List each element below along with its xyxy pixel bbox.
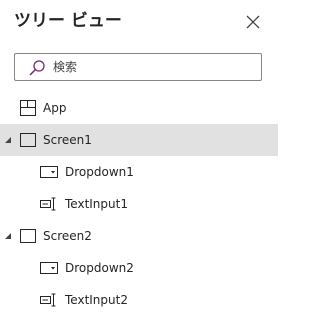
tree-item-label: Screen2 bbox=[43, 229, 92, 243]
tree-item-label: App bbox=[43, 101, 67, 115]
screen-icon bbox=[20, 133, 36, 147]
close-icon bbox=[246, 15, 260, 29]
tree-item-dropdown2[interactable]: Dropdown2 bbox=[0, 252, 278, 284]
tree-item-screen2[interactable]: Screen2 bbox=[0, 220, 278, 252]
dropdown-icon bbox=[40, 166, 58, 178]
tree-item-label: TextInput1 bbox=[65, 197, 128, 211]
text-input-icon bbox=[40, 293, 56, 307]
tree-item-textinput1[interactable]: TextInput1 bbox=[0, 188, 278, 220]
tree-view-panel: ツリー ビュー App bbox=[0, 0, 278, 316]
tree-item-label: TextInput2 bbox=[65, 293, 128, 307]
search-input[interactable] bbox=[53, 57, 253, 77]
dropdown-icon bbox=[40, 262, 58, 274]
expand-collapse-icon[interactable] bbox=[4, 232, 12, 240]
tree-item-app[interactable]: App bbox=[0, 92, 278, 124]
tree-item-label: Dropdown2 bbox=[65, 261, 134, 275]
tree-item-screen1[interactable]: Screen1 bbox=[0, 124, 278, 156]
tree: App Screen1 Dropdown1 TextInput1 Screen2… bbox=[0, 92, 278, 316]
search-icon bbox=[29, 60, 45, 76]
panel-header: ツリー ビュー bbox=[0, 0, 278, 44]
search-box[interactable] bbox=[14, 53, 262, 81]
expand-collapse-icon[interactable] bbox=[4, 136, 12, 144]
panel-title: ツリー ビュー bbox=[14, 11, 122, 31]
tree-item-label: Dropdown1 bbox=[65, 165, 134, 179]
text-input-icon bbox=[40, 197, 56, 211]
close-button[interactable] bbox=[243, 12, 263, 32]
screen-icon bbox=[20, 229, 36, 243]
tree-item-textinput2[interactable]: TextInput2 bbox=[0, 284, 278, 316]
tree-item-dropdown1[interactable]: Dropdown1 bbox=[0, 156, 278, 188]
tree-item-label: Screen1 bbox=[43, 133, 92, 147]
app-icon bbox=[20, 100, 36, 116]
